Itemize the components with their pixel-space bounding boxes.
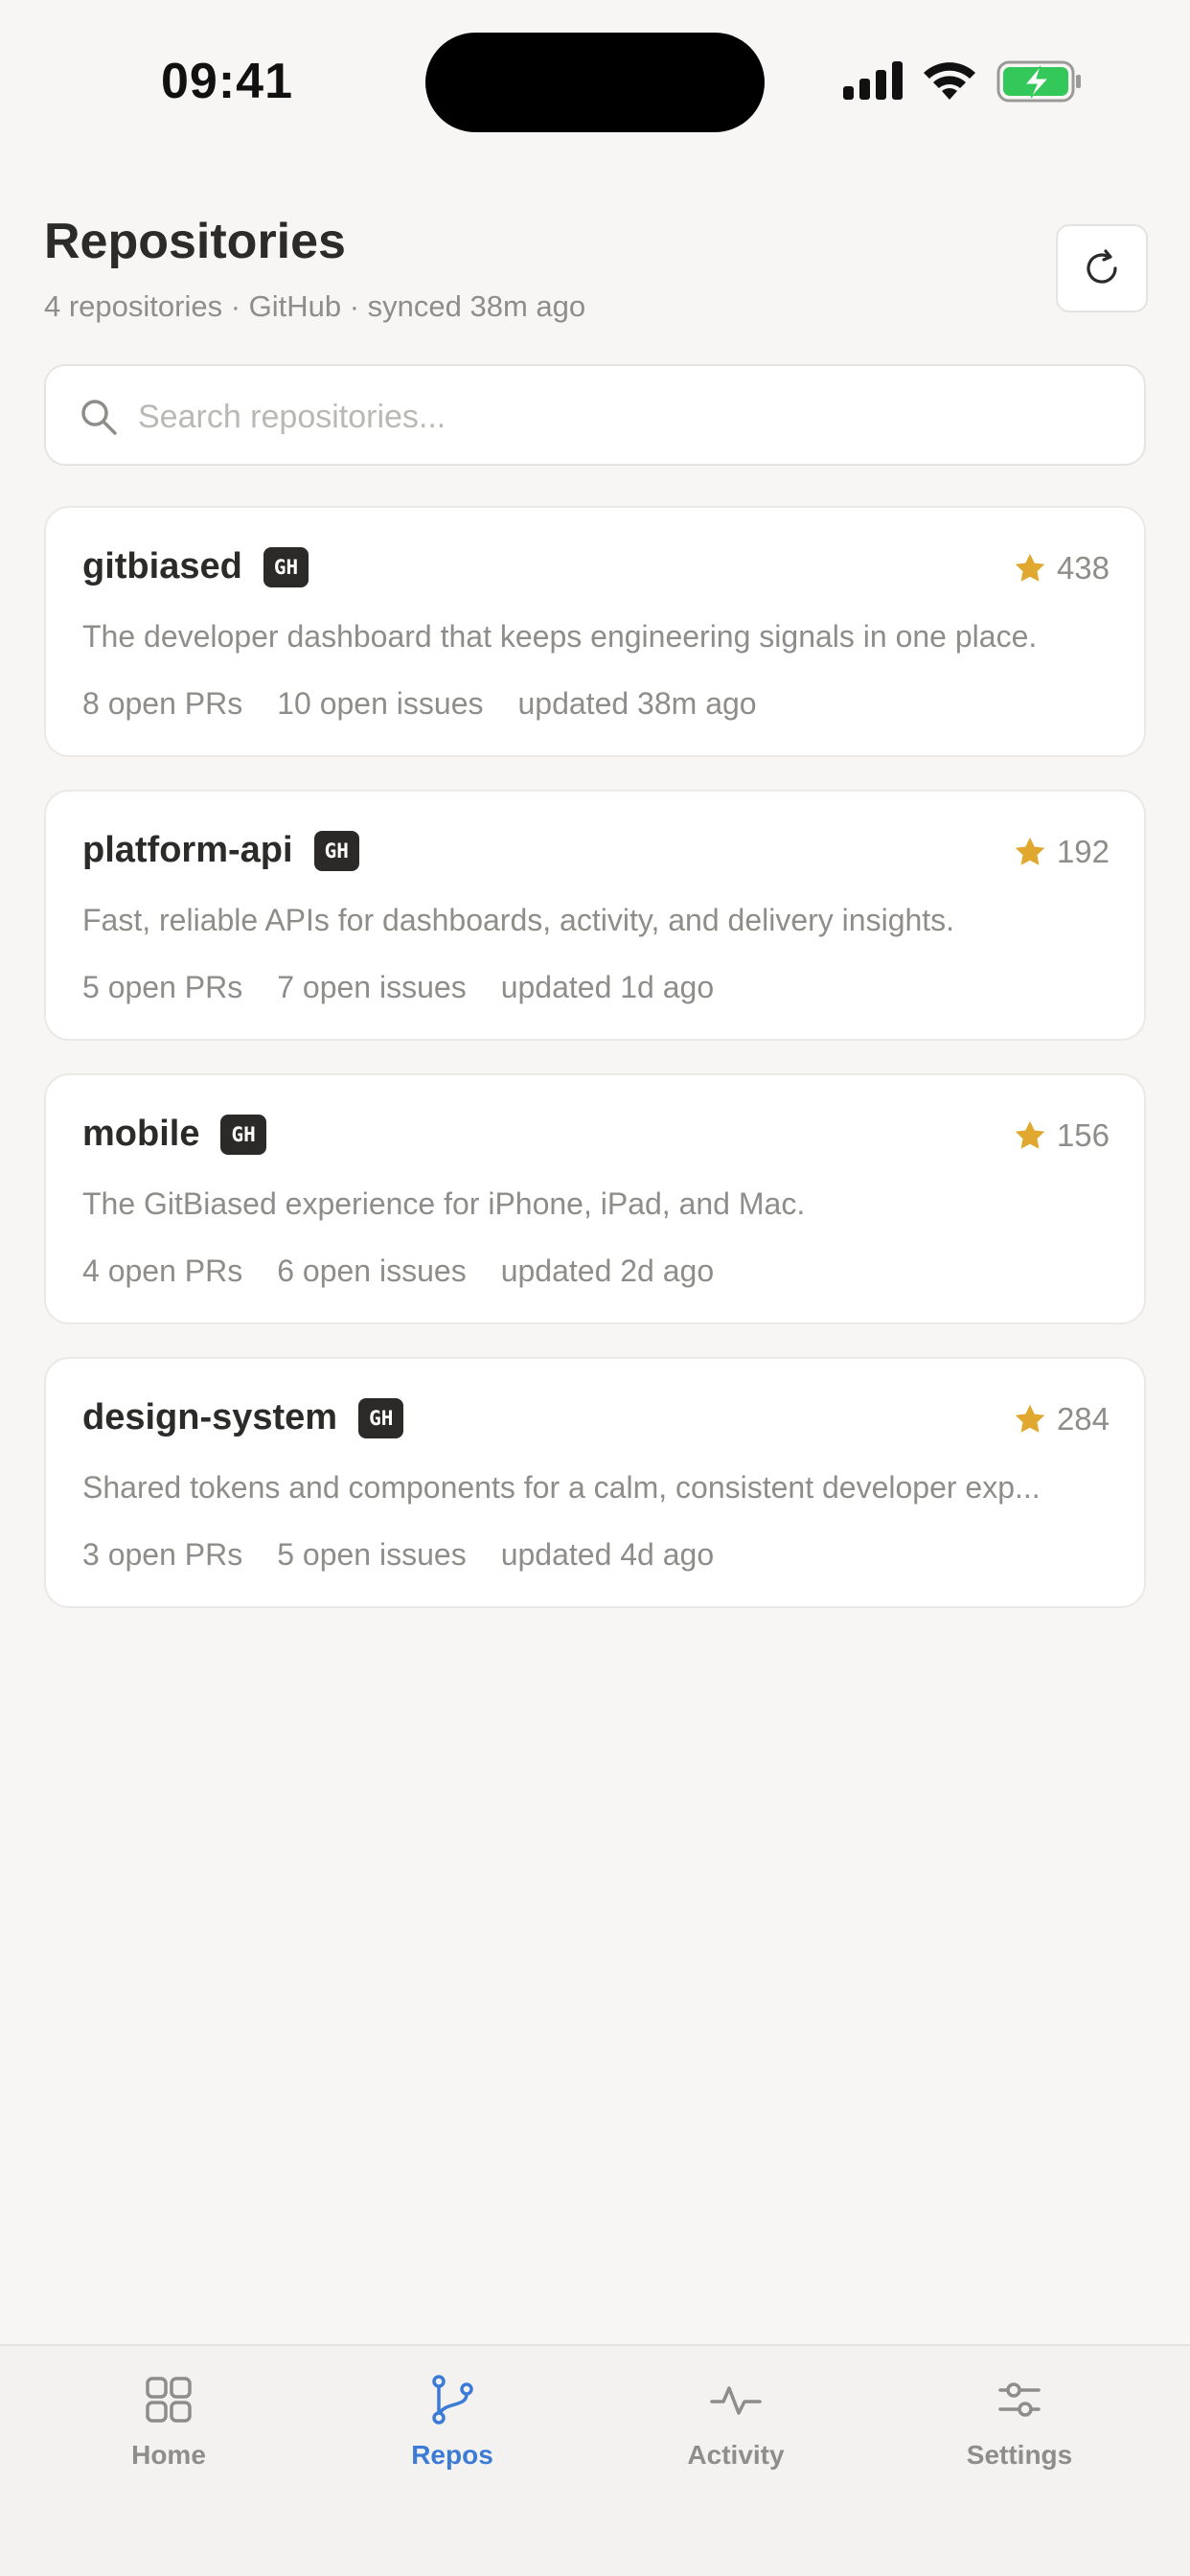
star-count-value: 438 <box>1056 550 1110 586</box>
dynamic-island <box>425 33 765 132</box>
updated-time: updated 1d ago <box>500 970 715 1004</box>
star-count: 438 <box>1013 550 1110 586</box>
repo-meta: 3 open PRs 5 open issues updated 4d ago <box>82 1537 748 1573</box>
battery-charging-icon <box>996 60 1081 103</box>
tab-home[interactable]: Home <box>73 2373 264 2507</box>
pulse-icon <box>710 2386 762 2415</box>
cellular-signal-icon <box>843 61 903 100</box>
tab-label: Settings <box>966 2440 1073 2470</box>
updated-time: updated 4d ago <box>500 1537 715 1572</box>
repo-meta: 4 open PRs 6 open issues updated 2d ago <box>82 1254 748 1289</box>
repo-description: The developer dashboard that keeps engin… <box>82 619 1038 654</box>
open-prs: 3 open PRs <box>82 1537 243 1572</box>
refresh-button[interactable] <box>1056 224 1148 312</box>
repo-meta: 5 open PRs 7 open issues updated 1d ago <box>82 970 748 1005</box>
star-icon <box>1015 1120 1045 1149</box>
open-prs: 8 open PRs <box>82 686 243 721</box>
github-badge: GH <box>313 830 359 871</box>
star-count: 192 <box>1013 834 1110 870</box>
updated-time: updated 38m ago <box>517 686 757 721</box>
repo-description: The GitBiased experience for iPhone, iPa… <box>82 1186 806 1221</box>
tab-label: Repos <box>411 2440 493 2470</box>
search-bar[interactable] <box>44 364 1146 466</box>
search-icon <box>81 400 117 435</box>
wifi-icon <box>924 62 975 100</box>
repo-card-platform-api[interactable]: platform-api GH 192 Fast, reliable APIs … <box>44 790 1146 1041</box>
star-icon <box>1015 553 1045 582</box>
repo-list: gitbiased GH 438 The developer dashboard… <box>44 506 1146 1641</box>
branch-icon <box>432 2375 473 2425</box>
repo-name-row: platform-api GH <box>82 830 359 871</box>
tab-label: Activity <box>687 2440 785 2470</box>
sliders-icon <box>998 2382 1041 2417</box>
repo-name-row: gitbiased GH <box>82 546 309 587</box>
star-icon <box>1015 837 1045 865</box>
star-count: 156 <box>1013 1117 1110 1154</box>
tab-repos[interactable]: Repos <box>356 2373 548 2507</box>
repo-card-design-system[interactable]: design-system GH 284 Shared tokens and c… <box>44 1357 1146 1608</box>
github-badge: GH <box>220 1114 266 1155</box>
open-prs: 5 open PRs <box>82 970 243 1004</box>
star-count-value: 156 <box>1056 1117 1110 1153</box>
repo-name: platform-api <box>82 830 293 870</box>
open-prs: 4 open PRs <box>82 1254 243 1288</box>
open-issues: 10 open issues <box>277 686 484 721</box>
github-badge: GH <box>263 546 309 587</box>
open-issues: 5 open issues <box>277 1537 467 1572</box>
star-count: 284 <box>1013 1401 1110 1438</box>
search-input[interactable] <box>138 383 1115 450</box>
repo-name: mobile <box>82 1114 200 1154</box>
star-icon <box>1015 1404 1045 1433</box>
tab-label: Home <box>131 2440 206 2470</box>
star-count-value: 284 <box>1056 1401 1110 1437</box>
repo-description: Shared tokens and components for a calm,… <box>82 1470 1041 1505</box>
open-issues: 6 open issues <box>277 1254 467 1288</box>
github-badge: GH <box>358 1397 404 1438</box>
repo-meta: 8 open PRs 10 open issues updated 38m ag… <box>82 686 791 722</box>
repo-card-gitbiased[interactable]: gitbiased GH 438 The developer dashboard… <box>44 506 1146 757</box>
star-count-value: 192 <box>1056 834 1110 869</box>
repositories-screen: 09:41 Repositories 4 repositories · GitH… <box>0 0 1190 2576</box>
grid-icon <box>146 2377 192 2423</box>
tab-activity[interactable]: Activity <box>640 2373 832 2507</box>
tab-settings[interactable]: Settings <box>924 2373 1115 2507</box>
status-time: 09:41 <box>161 54 293 109</box>
page-subtitle: 4 repositories · GitHub · synced 38m ago <box>44 289 586 323</box>
repo-name: design-system <box>82 1397 338 1438</box>
tab-bar: Home Repos Activity Settings <box>0 2344 1190 2576</box>
page-title: Repositories <box>44 214 346 269</box>
open-issues: 7 open issues <box>277 970 467 1004</box>
repo-name-row: mobile GH <box>82 1114 266 1155</box>
repo-card-mobile[interactable]: mobile GH 156 The GitBiased experience f… <box>44 1073 1146 1324</box>
status-bar: 09:41 <box>0 0 1190 163</box>
repo-name-row: design-system GH <box>82 1397 404 1438</box>
repo-name: gitbiased <box>82 546 242 586</box>
refresh-icon <box>1087 249 1117 284</box>
updated-time: updated 2d ago <box>500 1254 715 1288</box>
repo-description: Fast, reliable APIs for dashboards, acti… <box>82 903 955 937</box>
